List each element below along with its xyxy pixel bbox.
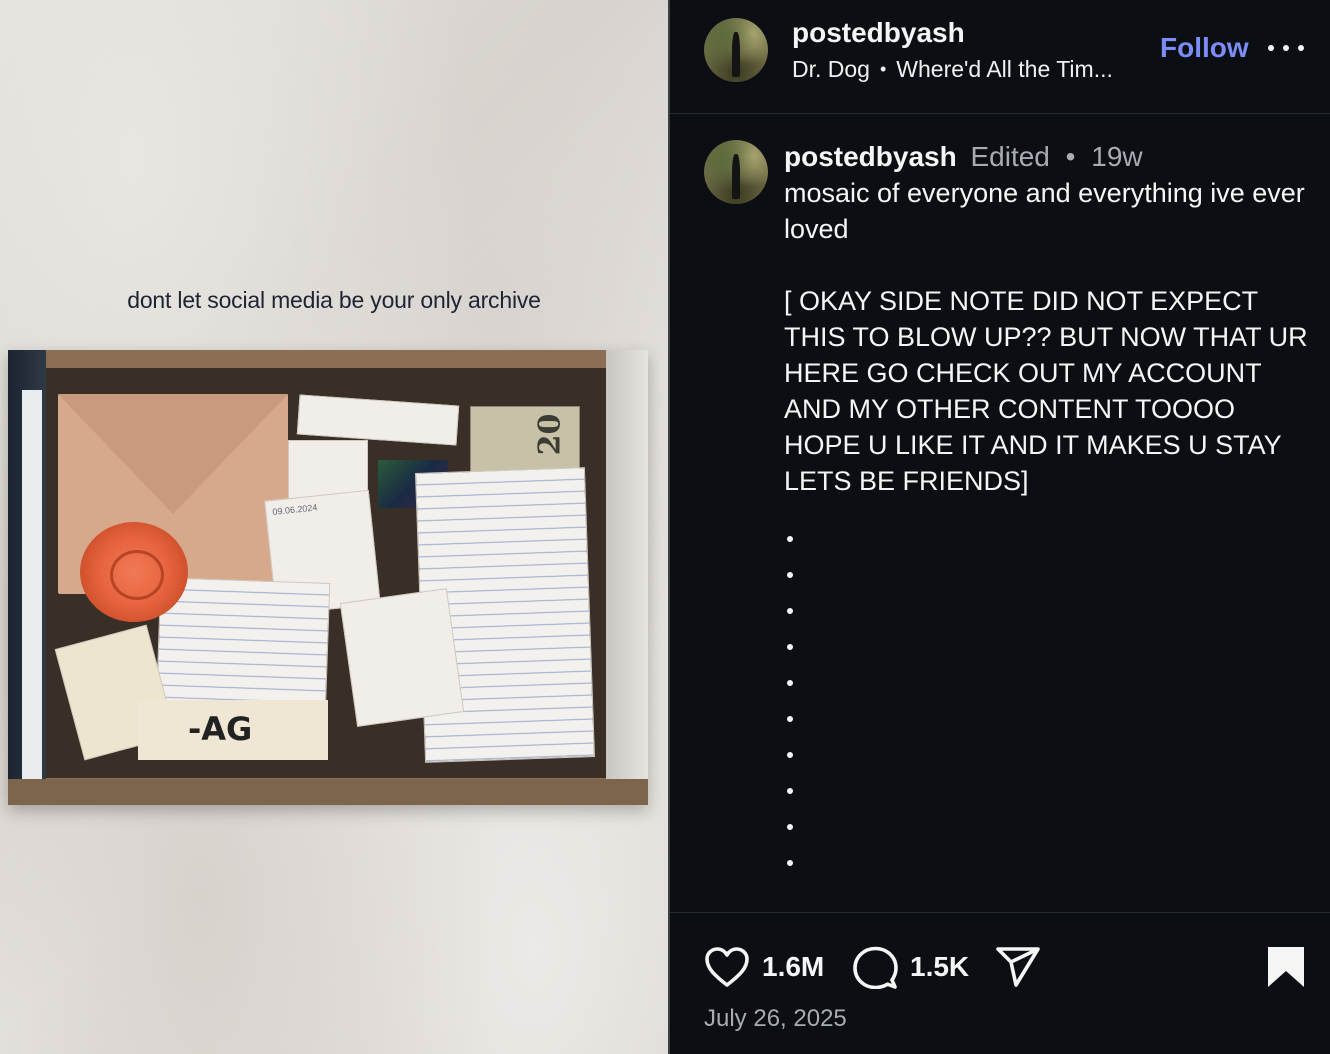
ticket-stub [339,588,465,727]
audio-separator: • [879,59,887,79]
more-options-icon[interactable] [1268,30,1304,66]
comment-button[interactable]: 1.5K [852,945,969,989]
caption-meta: postedbyash Edited • 19w [784,141,1143,173]
caption-text: mosaic of everyone and everything ive ev… [784,175,1314,499]
caption-age[interactable]: 19w [1091,141,1142,172]
comment-count[interactable]: 1.5K [910,951,969,983]
speech-bubble-icon [853,946,898,989]
post-header: postedbyash Dr. Dog • Where'd All the Ti… [670,0,1330,114]
post-media[interactable]: dont let social media be your only archi… [0,0,668,1054]
initials-card: -AG [138,700,328,760]
memory-box-image: 20 09.06.2024 -AG [8,350,648,805]
caption-username[interactable]: postedbyash [784,141,957,172]
audio-track[interactable]: Where'd All the Tim... [896,56,1113,83]
bookmark-icon [1268,947,1304,987]
post-details-panel: postedbyash Dr. Dog • Where'd All the Ti… [668,0,1330,1054]
author-username[interactable]: postedbyash [792,17,965,49]
post-date[interactable]: July 26, 2025 [704,1005,847,1033]
caption-paragraph-1: mosaic of everyone and everything ive ev… [784,178,1305,244]
caption-paragraph-2: [ OKAY SIDE NOTE DID NOT EXPECT THIS TO … [784,286,1308,496]
audio-info[interactable]: Dr. Dog • Where'd All the Tim... [792,56,1152,83]
paper-rose [80,522,188,622]
caption-dot-spacer [784,536,793,896]
media-overlay-caption: dont let social media be your only archi… [127,287,541,313]
share-button[interactable] [994,945,1042,989]
like-count[interactable]: 1.6M [762,951,824,983]
audio-artist[interactable]: Dr. Dog [792,56,870,83]
meta-separator: • [1065,141,1076,172]
edited-label: Edited [970,141,1050,172]
paper-plane-icon [996,947,1040,987]
caption-author-avatar[interactable] [704,140,768,204]
like-button[interactable]: 1.6M [704,945,824,989]
author-avatar[interactable] [704,18,768,82]
post-actions: 1.6M 1.5K July 26, 2025 [670,912,1330,1054]
follow-button[interactable]: Follow [1160,32,1249,64]
heart-icon [705,947,749,987]
save-button[interactable] [1266,945,1306,989]
